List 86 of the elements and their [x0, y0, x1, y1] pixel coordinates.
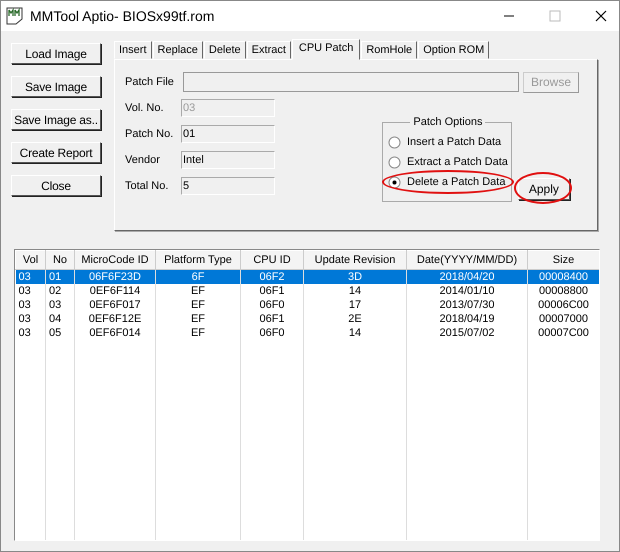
table-cell: 03 — [18, 285, 31, 297]
table-cell: 00008400 — [539, 271, 588, 283]
table-row[interactable]: 03 04 0EF6F12E EF 06F1 2E 2018/04/19 00007000 — [16, 312, 599, 326]
table-cell: 6F — [192, 271, 204, 283]
table-row[interactable]: 03 05 0EF6F014 EF 06F0 14 2015/07/02 00007C00 — [16, 326, 599, 340]
side-button[interactable]: Load Image — [11, 43, 101, 64]
side-button[interactable]: Save Image as.. — [11, 109, 101, 130]
table-cell: 14 — [348, 285, 362, 297]
table-cell: 00006C00 — [538, 299, 589, 311]
side-button[interactable]: Create Report — [11, 142, 101, 163]
maximize-icon[interactable] — [549, 10, 561, 22]
table-cell: 00007000 — [539, 313, 588, 325]
window-title: MMTool Aptio- BIOSx99tf.rom — [30, 8, 216, 24]
table-cell: 00008800 — [539, 285, 588, 297]
table-cell: 03 — [18, 299, 31, 311]
table-cell: 06F0 — [259, 327, 285, 339]
table-cell: 03 — [18, 313, 31, 325]
tab[interactable]: RomHole — [361, 41, 418, 59]
tab[interactable]: Replace — [152, 41, 203, 59]
table-cell: EF — [190, 327, 206, 339]
table-cell: 02 — [49, 285, 62, 297]
radio-button[interactable] — [388, 176, 401, 188]
table-cell: 06F1 — [259, 285, 285, 297]
input-field[interactable] — [183, 72, 519, 92]
radio-button[interactable] — [388, 156, 401, 168]
table-cell: 04 — [49, 313, 62, 325]
tab[interactable]: Insert — [114, 41, 152, 59]
tab[interactable]: Delete — [204, 41, 246, 59]
column-header[interactable]: Size — [528, 250, 599, 270]
table-cell: 2015/07/02 — [439, 327, 495, 339]
column-header[interactable]: Platform Type — [156, 250, 240, 270]
table-row[interactable]: 03 01 06F6F23D 6F 06F2 3D 2018/04/20 00008400 — [16, 270, 599, 284]
table-cell: EF — [190, 299, 206, 311]
table-cell: 06F2 — [259, 271, 285, 283]
table-cell: 0EF6F014 — [89, 327, 141, 339]
input-field[interactable]: 5 — [181, 177, 275, 195]
app-icon — [6, 7, 24, 25]
apply-button[interactable]: Apply — [518, 178, 570, 200]
table-cell: 2018/04/20 — [439, 271, 495, 283]
column-header[interactable]: Update Revision — [304, 250, 406, 270]
field-label: Patch No. — [125, 128, 174, 140]
column-header[interactable]: No — [46, 250, 74, 270]
table-cell: 06F1 — [259, 313, 285, 325]
table-cell: 0EF6F017 — [89, 299, 141, 311]
table-cell: 00007C00 — [538, 327, 589, 339]
table-cell: 2018/04/19 — [439, 313, 495, 325]
table-cell: 03 — [49, 299, 62, 311]
table-cell: 2013/07/30 — [439, 299, 495, 311]
table-cell: 03 — [18, 271, 31, 283]
table-cell: 2E — [348, 313, 362, 325]
column-header[interactable]: Vol — [16, 250, 46, 270]
input-field[interactable]: 01 — [181, 125, 275, 143]
column-header[interactable]: MicroCode ID — [74, 250, 156, 270]
table-cell: 01 — [49, 271, 62, 283]
table-row[interactable]: 03 02 0EF6F114 EF 06F1 14 2014/01/10 00008800 — [16, 284, 599, 298]
table-cell: 3D — [348, 271, 362, 283]
field-label: Total No. — [125, 180, 170, 192]
column-header[interactable]: Date(YYYY/MM/DD) — [406, 250, 528, 270]
table-cell: 17 — [348, 299, 362, 311]
table-cell: 06F6F23D — [89, 271, 141, 283]
field-label: Patch File — [125, 76, 175, 88]
close-icon[interactable] — [595, 10, 607, 22]
table-cell: 06F0 — [259, 299, 285, 311]
side-button[interactable]: Save Image — [11, 76, 101, 97]
table-cell: 03 — [18, 327, 31, 339]
tab[interactable]: Extract — [246, 41, 291, 59]
table-cell: 05 — [49, 327, 62, 339]
radio-label[interactable]: Delete a Patch Data — [407, 176, 506, 188]
table-cell: 0EF6F12E — [88, 313, 142, 325]
table-row[interactable]: 03 03 0EF6F017 EF 06F0 17 2013/07/30 00006C00 — [16, 298, 599, 312]
field-label: Vol. No. — [125, 102, 165, 114]
radio-label[interactable]: Insert a Patch Data — [407, 136, 502, 148]
table-cell: EF — [190, 285, 206, 297]
field-label: Vendor — [125, 154, 161, 166]
radio-label[interactable]: Extract a Patch Data — [407, 156, 508, 168]
tab[interactable]: Option ROM — [418, 41, 490, 59]
table-cell: 0EF6F114 — [90, 285, 140, 297]
table-cell: 14 — [348, 327, 362, 339]
tab[interactable]: CPU Patch — [292, 39, 360, 60]
group-title: Patch Options — [412, 116, 484, 128]
radio-button[interactable] — [388, 136, 401, 148]
table-cell: EF — [190, 313, 206, 325]
column-header[interactable]: CPU ID — [240, 250, 304, 270]
table-cell: 2014/01/10 — [439, 285, 495, 297]
input-field[interactable]: Intel — [181, 151, 275, 169]
side-button[interactable]: Close — [11, 175, 101, 196]
